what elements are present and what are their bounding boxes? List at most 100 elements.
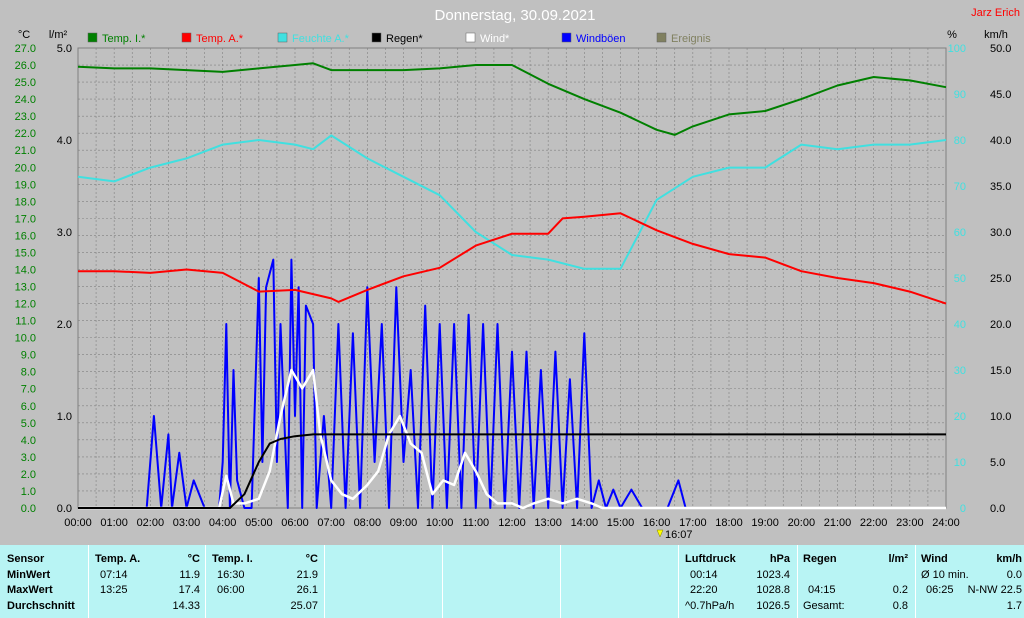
wind-tick-label: 35.0: [990, 181, 1011, 193]
temp-tick-label: 16.0: [15, 230, 36, 242]
humidity-tick-label: 10: [954, 457, 966, 469]
temp-tick-label: 21.0: [15, 145, 36, 157]
temp-tick-label: 20.0: [15, 162, 36, 174]
humidity-tick-label: 70: [954, 181, 966, 193]
temp-tick-label: 2.0: [21, 469, 36, 481]
rain-max-value: 0.2: [892, 584, 908, 596]
temp-i-max-time: 06:00: [217, 584, 245, 596]
temp-tick-label: 15.0: [15, 247, 36, 259]
rain-max-time: 04:15: [808, 584, 836, 596]
wind-tick-label: 10.0: [990, 411, 1011, 423]
rain-tick-label: 5.0: [57, 43, 72, 55]
x-tick-label: 12:00: [498, 517, 526, 529]
wind-tick-label: 45.0: [990, 89, 1011, 101]
temp-tick-label: 7.0: [21, 384, 36, 396]
temp-tick-label: 10.0: [15, 333, 36, 345]
temp-tick-label: 25.0: [15, 77, 36, 89]
x-tick-label: 22:00: [860, 517, 888, 529]
legend-label: Regen*: [386, 33, 423, 45]
temp-unit-label: °C: [18, 29, 30, 41]
rain-tick-label: 0.0: [57, 503, 72, 515]
table-divider: [797, 545, 798, 618]
x-tick-label: 13:00: [534, 517, 562, 529]
temp-i-min-value: 21.9: [296, 569, 318, 581]
temp-tick-label: 0.0: [21, 503, 36, 515]
legend-label: Temp. I.*: [102, 33, 146, 45]
x-tick-label: 06:00: [281, 517, 309, 529]
x-tick-label: 11:00: [462, 517, 489, 529]
author-label: Jarz Erich: [971, 7, 1020, 19]
temp-a-header: Temp. A.: [95, 553, 141, 565]
wind-tick-label: 5.0: [990, 457, 1005, 469]
legend-label: Ereignis: [671, 33, 711, 45]
table-divider: [324, 545, 325, 618]
temp-tick-label: 6.0: [21, 401, 36, 413]
temp-a-avg-value: 14.33: [172, 600, 200, 612]
pressure-min-value: 1023.4: [756, 569, 790, 581]
table-divider: [205, 545, 206, 618]
temp-tick-label: 1.0: [21, 486, 36, 498]
x-tick-label: 17:00: [679, 517, 707, 529]
wind-unit-label: km/h: [984, 29, 1008, 41]
row-label-max: MaxWert: [7, 584, 53, 596]
row-label-min: MinWert: [7, 569, 51, 581]
legend-swatch: [277, 32, 288, 43]
temp-i-header: Temp. I.: [212, 553, 253, 565]
rain-unit-label: l/m²: [49, 29, 68, 41]
humidity-tick-label: 80: [954, 135, 966, 147]
temp-tick-label: 14.0: [15, 264, 36, 276]
rain-unit: l/m²: [888, 553, 908, 565]
humidity-tick-label: 40: [954, 319, 966, 331]
rain-header: Regen: [803, 553, 837, 565]
legend-swatch: [561, 32, 572, 43]
x-tick-label: 24:00: [932, 517, 960, 529]
rain-tick-label: 1.0: [57, 411, 72, 423]
temp-a-max-value: 17.4: [178, 584, 200, 596]
wind-tick-label: 15.0: [990, 365, 1011, 377]
pressure-max-value: 1028.8: [756, 584, 790, 596]
wind-tick-label: 40.0: [990, 135, 1011, 147]
table-divider: [678, 545, 679, 618]
rain-total-label: Gesamt:: [803, 600, 845, 612]
humidity-tick-label: 60: [954, 227, 966, 239]
x-tick-label: 23:00: [896, 517, 924, 529]
temp-tick-label: 23.0: [15, 111, 36, 123]
humidity-tick-label: 90: [954, 89, 966, 101]
humidity-tick-label: 100: [948, 43, 966, 55]
pressure-trend: ^0.7hPa/h: [685, 600, 735, 612]
stats-table: Sensor MinWert MaxWert Durchschnitt Temp…: [0, 545, 1024, 618]
temp-tick-label: 24.0: [15, 94, 36, 106]
chart-title: Donnerstag, 30.09.2021: [435, 7, 596, 24]
x-tick-label: 09:00: [390, 517, 418, 529]
temp-tick-label: 19.0: [15, 179, 36, 191]
x-tick-label: 08:00: [354, 517, 382, 529]
event-marker-label: 16:07: [665, 529, 693, 541]
temp-tick-label: 8.0: [21, 367, 36, 379]
temp-a-unit: °C: [187, 553, 200, 565]
temp-i-avg-value: 25.07: [290, 600, 318, 612]
x-tick-label: 21:00: [824, 517, 852, 529]
temp-tick-label: 27.0: [15, 43, 36, 55]
legend-swatch: [656, 32, 667, 43]
legend-label: Feuchte A.*: [292, 33, 350, 45]
wind-tick-label: 30.0: [990, 227, 1011, 239]
x-tick-label: 02:00: [137, 517, 165, 529]
pressure-max-time: 22:20: [690, 584, 718, 596]
wind-max-time: 06:25: [926, 584, 954, 596]
wind-tick-label: 25.0: [990, 273, 1011, 285]
temp-a-min-value: 11.9: [179, 569, 200, 581]
x-tick-label: 20:00: [788, 517, 816, 529]
temp-tick-label: 17.0: [15, 213, 36, 225]
x-tick-label: 07:00: [317, 517, 345, 529]
rain-total-value: 0.8: [892, 600, 908, 612]
x-tick-label: 18:00: [715, 517, 743, 529]
wind-max-value: N-NW 22.5: [967, 584, 1022, 596]
temp-a-max-time: 13:25: [100, 584, 128, 596]
legend-label: Temp. A.*: [196, 33, 244, 45]
wind-header: Wind: [921, 553, 948, 565]
legend-swatch: [465, 32, 476, 43]
legend-swatch: [181, 32, 192, 43]
legend-swatch: [371, 32, 382, 43]
x-tick-label: 16:00: [643, 517, 671, 529]
temp-tick-label: 13.0: [15, 282, 36, 294]
